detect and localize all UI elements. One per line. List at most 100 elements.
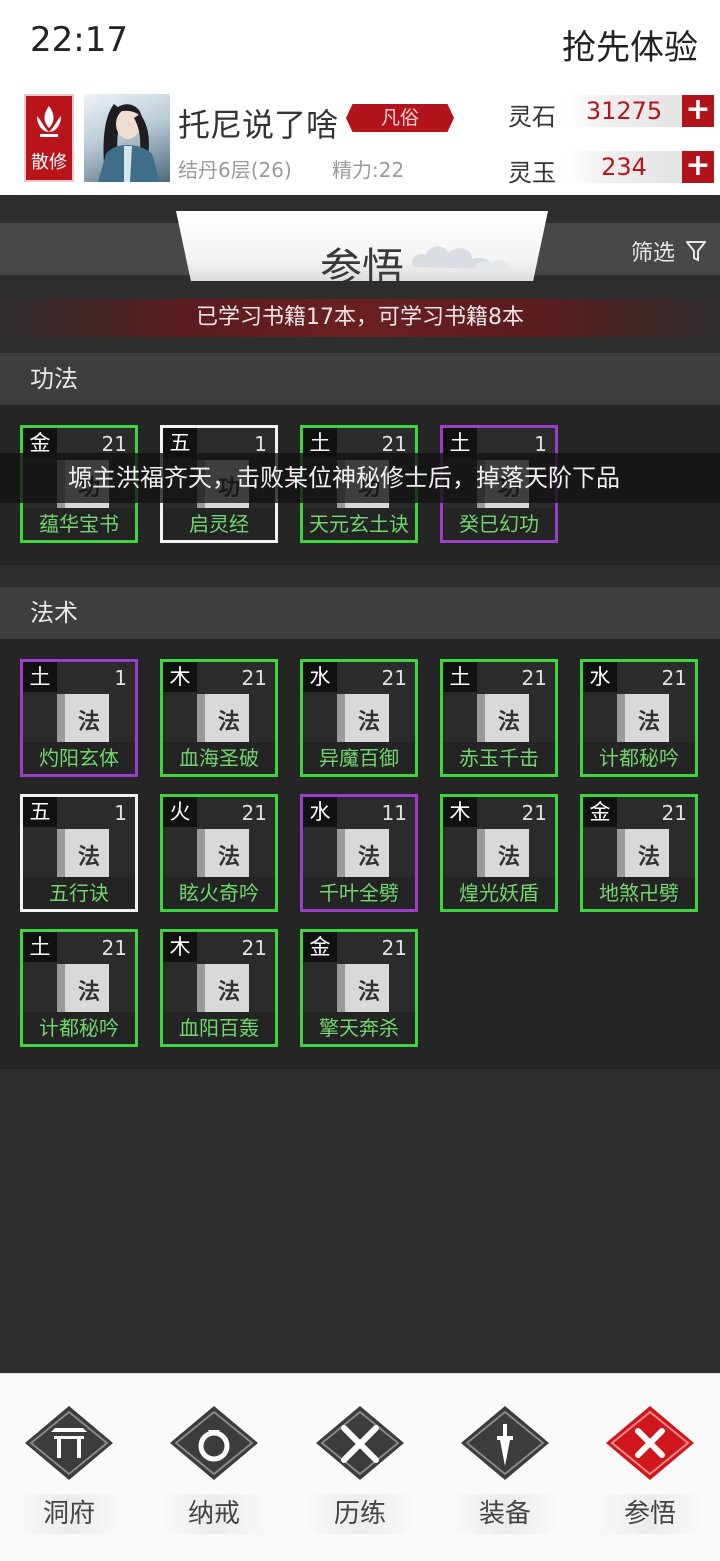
book-level: 21 [661,801,687,825]
energy-value: 精力:22 [332,158,405,182]
book-name: 蕴华宝书 [23,508,135,540]
book-level: 21 [661,666,687,690]
book-card[interactable]: 土 1 法灼阳玄体 [20,659,138,777]
book-name: 异魔百御 [303,742,415,774]
book-card[interactable]: 金 21 法擎天奔杀 [300,929,418,1047]
book-name: 地煞卍劈 [583,877,695,909]
player-name: 托尼说了啥 [178,106,339,144]
nav-label: 历练 [305,1494,415,1534]
crossed-swords-icon [316,1406,404,1480]
filter-button[interactable]: 筛选 [630,235,708,267]
book-card[interactable]: 木 21 法血海圣破 [160,659,278,777]
book-icon: 法 [57,694,109,744]
study-summary: 已学习书籍17本，可学习书籍8本 [0,299,720,337]
book-icon: 法 [477,694,529,744]
book-level: 21 [381,666,407,690]
book-icon: 法 [617,829,669,879]
spirit-stone-value: 31275 [566,95,682,127]
book-name: 赤玉千击 [443,742,555,774]
book-glyph: 法 [77,709,100,735]
main-panel: 参悟 筛选 已学习书籍17本，可学习书籍8本 功法 金21功蕴华宝书五1功启灵经… [0,195,720,1373]
nav-label: 纳戒 [159,1494,269,1534]
bottom-nav: 洞府 纳戒 历练 装备 参悟 [0,1373,720,1561]
book-glyph: 法 [77,844,100,870]
book-card[interactable]: 五 1 法五行诀 [20,794,138,912]
book-card[interactable]: 水 21 法计都秘吟 [580,659,698,777]
book-card[interactable]: 金 21 法地煞卍劈 [580,794,698,912]
add-spirit-stone-button[interactable]: + [682,95,714,127]
book-icon: 法 [337,694,389,744]
element-badge: 木 [443,797,477,827]
book-icon: 法 [197,964,249,1014]
book-glyph: 法 [77,979,100,1005]
nav-item-lilian[interactable]: 历练 [305,1402,415,1542]
element-badge: 土 [443,662,477,692]
book-card[interactable]: 火 21 法眩火奇吟 [160,794,278,912]
close-x-icon [606,1406,694,1480]
book-glyph: 法 [497,709,520,735]
avatar[interactable] [84,94,170,182]
nav-item-zhuangbei[interactable]: 装备 [450,1402,560,1542]
book-name: 血阳百轰 [163,1012,275,1044]
page-title: 参悟 [319,244,404,293]
fashu-book-grid: 土 1 法灼阳玄体木 21 法血海圣破水 21 法异魔百御土 21 法赤玉千击水 21 法计都秘吟五… [0,639,720,1069]
spirit-stone-label: 灵石 [508,103,556,131]
sect-badge[interactable]: 散修 [24,94,74,182]
ring-icon [170,1406,258,1480]
book-level: 21 [101,936,127,960]
book-glyph: 法 [637,709,660,735]
book-glyph: 法 [357,979,380,1005]
book-icon: 法 [617,694,669,744]
spirit-jade-label: 灵玉 [508,159,556,187]
element-badge: 木 [163,662,197,692]
nav-item-najie[interactable]: 纳戒 [159,1402,269,1542]
element-badge: 金 [583,797,617,827]
element-badge: 水 [303,662,337,692]
nav-item-dongfu[interactable]: 洞府 [14,1402,124,1542]
book-level: 1 [114,801,127,825]
nav-label: 装备 [450,1494,560,1534]
book-level: 21 [241,801,267,825]
rank-badge: 凡俗 [346,104,454,132]
book-level: 11 [381,801,407,825]
book-card[interactable]: 水 11 法千叶全劈 [300,794,418,912]
book-glyph: 法 [217,979,240,1005]
book-name: 血海圣破 [163,742,275,774]
element-badge: 五 [23,797,57,827]
book-glyph: 法 [217,844,240,870]
book-name: 灼阳玄体 [23,742,135,774]
book-card[interactable]: 木 21 法血阳百轰 [160,929,278,1047]
book-icon: 法 [337,829,389,879]
nav-label: 参悟 [595,1494,705,1534]
book-level: 21 [521,801,547,825]
book-level: 21 [521,666,547,690]
book-name: 煌光妖盾 [443,877,555,909]
book-card[interactable]: 水 21 法异魔百御 [300,659,418,777]
book-name: 天元玄土诀 [303,508,415,540]
status-time: 22:17 [30,20,128,60]
filter-icon [684,241,708,262]
add-spirit-jade-button[interactable]: + [682,151,714,183]
book-glyph: 法 [357,709,380,735]
element-badge: 水 [303,797,337,827]
book-card[interactable]: 木 21 法煌光妖盾 [440,794,558,912]
book-card[interactable]: 土 21 法赤玉千击 [440,659,558,777]
book-icon: 法 [477,829,529,879]
book-card[interactable]: 土 21 法计都秘吟 [20,929,138,1047]
nav-item-canwu[interactable]: 参悟 [595,1402,705,1542]
element-badge: 土 [23,932,57,962]
book-level: 21 [381,936,407,960]
book-name: 计都秘吟 [583,742,695,774]
book-icon: 法 [57,964,109,1014]
book-name: 五行诀 [23,877,135,909]
book-level: 1 [114,666,127,690]
element-badge: 土 [23,662,57,692]
book-name: 眩火奇吟 [163,877,275,909]
early-access-label[interactable]: 抢先体验 [562,20,698,69]
lotus-flame-icon [37,106,61,137]
spirit-jade-value: 234 [566,151,682,183]
book-glyph: 法 [637,844,660,870]
title-plate: 参悟 [176,211,548,281]
character-portrait-icon [98,104,160,182]
filter-label: 筛选 [630,241,675,266]
